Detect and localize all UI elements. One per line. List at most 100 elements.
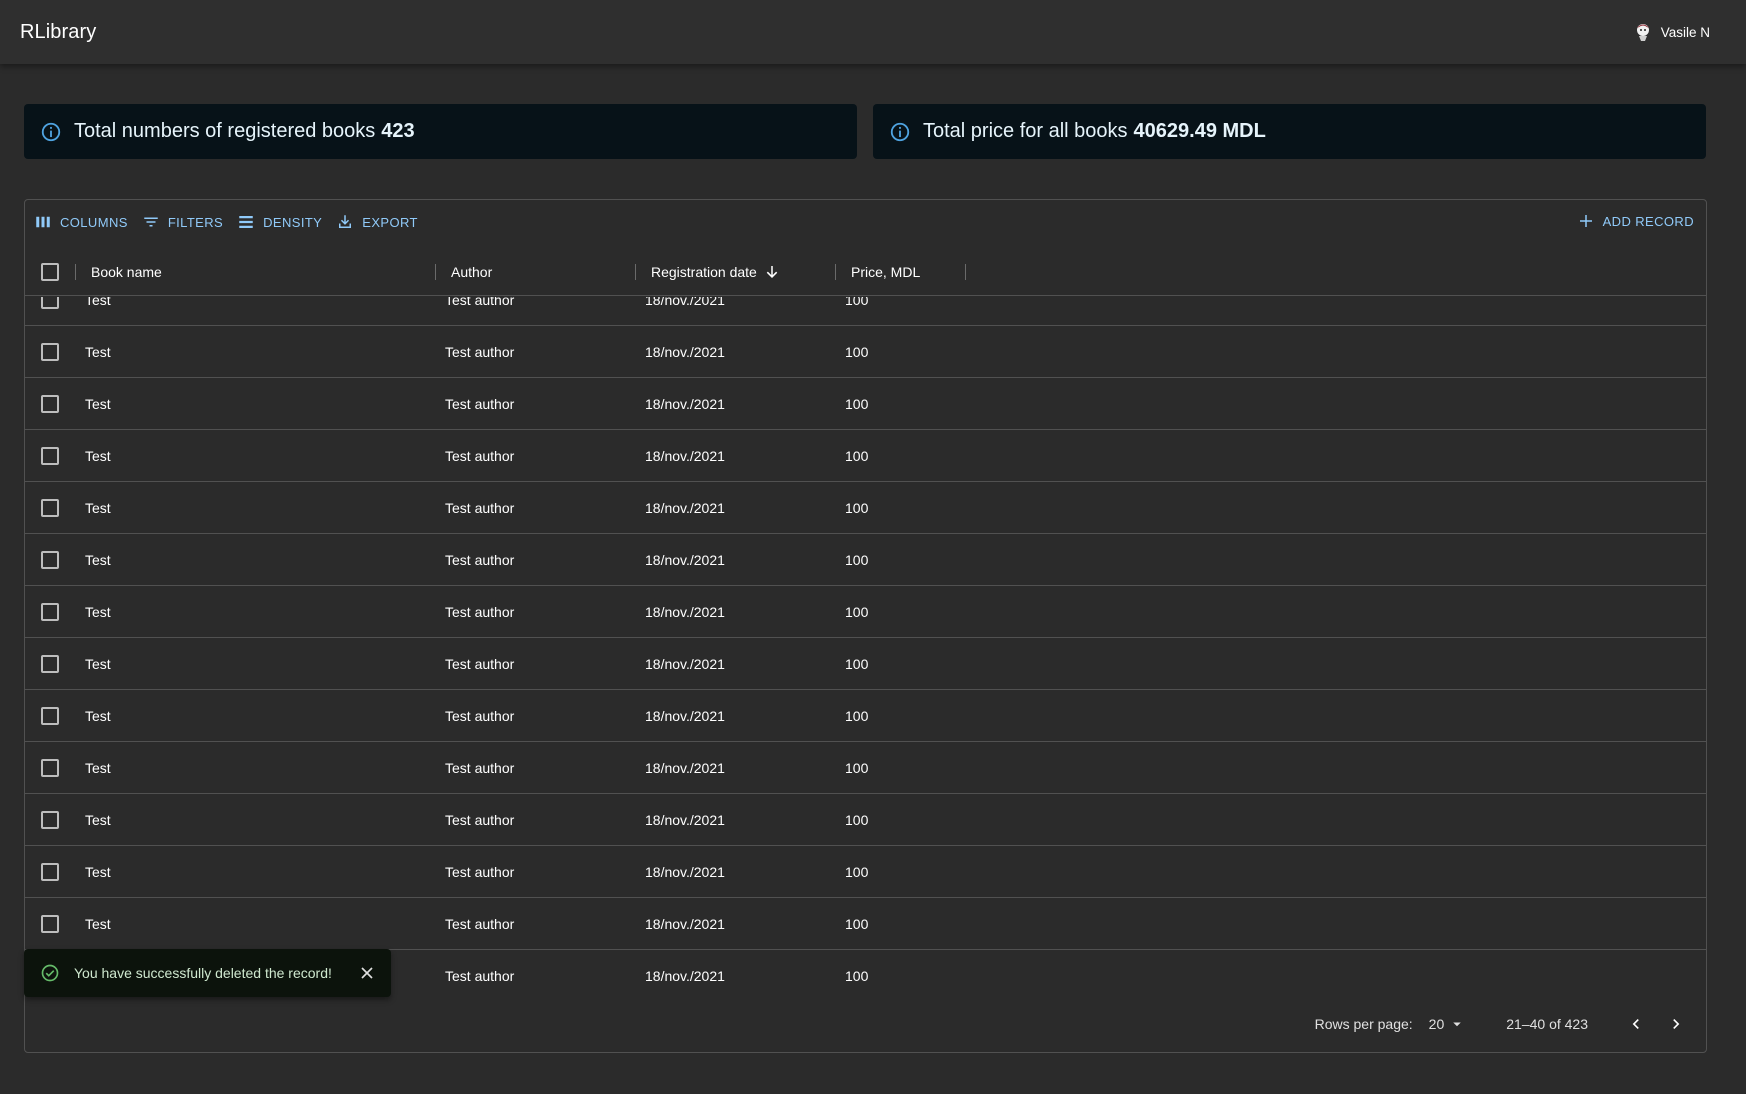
- row-checkbox[interactable]: [41, 862, 59, 881]
- row-checkbox[interactable]: [41, 498, 59, 517]
- table-row[interactable]: Test Test author 18/nov./2021 100: [25, 430, 1706, 482]
- arrow-down-icon[interactable]: [763, 263, 781, 281]
- columns-button[interactable]: COLUMNS: [32, 209, 130, 235]
- registration-date-cell[interactable]: 18/nov./2021: [645, 950, 725, 997]
- table-row[interactable]: Test Test author 18/nov./2021 100: [25, 846, 1706, 898]
- row-checkbox[interactable]: [41, 342, 59, 361]
- registration-date-cell[interactable]: 18/nov./2021: [645, 326, 725, 377]
- next-page-button[interactable]: [1656, 1004, 1696, 1044]
- author-cell[interactable]: Test author: [445, 534, 514, 585]
- row-checkbox[interactable]: [41, 602, 59, 621]
- column-separator[interactable]: [835, 264, 836, 280]
- price-cell[interactable]: 100: [845, 534, 868, 585]
- table-row[interactable]: Test Test author 18/nov./2021 100: [25, 690, 1706, 742]
- table-row[interactable]: Test Test author 18/nov./2021 100: [25, 378, 1706, 430]
- close-icon[interactable]: [357, 963, 377, 983]
- price-cell[interactable]: 100: [845, 297, 868, 325]
- column-separator[interactable]: [75, 264, 76, 280]
- registration-date-cell[interactable]: 18/nov./2021: [645, 378, 725, 429]
- column-header-price[interactable]: Price, MDL: [851, 248, 920, 296]
- table-row[interactable]: Test Test author 18/nov./2021 100: [25, 586, 1706, 638]
- column-header-registration-date[interactable]: Registration date: [651, 248, 781, 296]
- book-name-cell[interactable]: Test: [85, 690, 111, 741]
- price-cell[interactable]: 100: [845, 638, 868, 689]
- registration-date-cell[interactable]: 18/nov./2021: [645, 742, 725, 793]
- export-button[interactable]: EXPORT: [334, 209, 420, 235]
- table-row[interactable]: Test Test author 18/nov./2021 100: [25, 898, 1706, 950]
- price-cell[interactable]: 100: [845, 794, 868, 845]
- author-cell[interactable]: Test author: [445, 638, 514, 689]
- book-name-cell[interactable]: Test: [85, 297, 111, 325]
- book-name-cell[interactable]: Test: [85, 794, 111, 845]
- table-row[interactable]: Test Test author 18/nov./2021 100: [25, 326, 1706, 378]
- author-cell[interactable]: Test author: [445, 586, 514, 637]
- row-checkbox[interactable]: [41, 810, 59, 829]
- price-cell[interactable]: 100: [845, 482, 868, 533]
- registration-date-cell[interactable]: 18/nov./2021: [645, 586, 725, 637]
- density-button[interactable]: DENSITY: [235, 209, 324, 235]
- table-row[interactable]: Test Test author 18/nov./2021 100: [25, 638, 1706, 690]
- price-cell[interactable]: 100: [845, 846, 868, 897]
- registration-date-cell[interactable]: 18/nov./2021: [645, 794, 725, 845]
- author-cell[interactable]: Test author: [445, 690, 514, 741]
- table-row[interactable]: Test Test author 18/nov./2021 100: [25, 534, 1706, 586]
- price-cell[interactable]: 100: [845, 326, 868, 377]
- book-name-cell[interactable]: Test: [85, 534, 111, 585]
- rows-per-page-select[interactable]: 20: [1429, 1015, 1467, 1033]
- registration-date-cell[interactable]: 18/nov./2021: [645, 846, 725, 897]
- author-cell[interactable]: Test author: [445, 378, 514, 429]
- book-name-cell[interactable]: Test: [85, 898, 111, 949]
- registration-date-cell[interactable]: 18/nov./2021: [645, 638, 725, 689]
- price-cell[interactable]: 100: [845, 898, 868, 949]
- price-cell[interactable]: 100: [845, 742, 868, 793]
- column-separator[interactable]: [435, 264, 436, 280]
- author-cell[interactable]: Test author: [445, 794, 514, 845]
- select-all-checkbox[interactable]: [41, 263, 59, 281]
- book-name-cell[interactable]: Test: [85, 586, 111, 637]
- column-separator[interactable]: [965, 264, 966, 280]
- registration-date-cell[interactable]: 18/nov./2021: [645, 482, 725, 533]
- registration-date-cell[interactable]: 18/nov./2021: [645, 297, 725, 325]
- book-name-cell[interactable]: Test: [85, 430, 111, 481]
- book-name-cell[interactable]: Test: [85, 638, 111, 689]
- book-name-cell[interactable]: Test: [85, 482, 111, 533]
- table-row[interactable]: Test Test author 18/nov./2021 100: [25, 297, 1706, 326]
- table-row[interactable]: Test Test author 18/nov./2021 100: [25, 742, 1706, 794]
- row-checkbox[interactable]: [41, 550, 59, 569]
- registration-date-cell[interactable]: 18/nov./2021: [645, 690, 725, 741]
- price-cell[interactable]: 100: [845, 950, 868, 997]
- price-cell[interactable]: 100: [845, 690, 868, 741]
- row-checkbox[interactable]: [41, 394, 59, 413]
- previous-page-button[interactable]: [1616, 1004, 1656, 1044]
- column-separator[interactable]: [635, 264, 636, 280]
- row-checkbox[interactable]: [41, 758, 59, 777]
- book-name-cell[interactable]: Test: [85, 326, 111, 377]
- author-cell[interactable]: Test author: [445, 950, 514, 997]
- row-checkbox[interactable]: [41, 297, 59, 309]
- book-name-cell[interactable]: Test: [85, 378, 111, 429]
- price-cell[interactable]: 100: [845, 430, 868, 481]
- book-name-cell[interactable]: Test: [85, 742, 111, 793]
- author-cell[interactable]: Test author: [445, 846, 514, 897]
- registration-date-cell[interactable]: 18/nov./2021: [645, 534, 725, 585]
- book-name-cell[interactable]: Test: [85, 846, 111, 897]
- author-cell[interactable]: Test author: [445, 297, 514, 325]
- row-checkbox[interactable]: [41, 914, 59, 933]
- author-cell[interactable]: Test author: [445, 326, 514, 377]
- row-checkbox[interactable]: [41, 446, 59, 465]
- column-header-author[interactable]: Author: [451, 248, 492, 296]
- user-menu[interactable]: Vasile N: [1633, 22, 1710, 42]
- add-record-button[interactable]: ADD RECORD: [1577, 212, 1694, 230]
- author-cell[interactable]: Test author: [445, 430, 514, 481]
- author-cell[interactable]: Test author: [445, 898, 514, 949]
- price-cell[interactable]: 100: [845, 586, 868, 637]
- registration-date-cell[interactable]: 18/nov./2021: [645, 430, 725, 481]
- row-checkbox[interactable]: [41, 654, 59, 673]
- price-cell[interactable]: 100: [845, 378, 868, 429]
- filters-button[interactable]: FILTERS: [140, 209, 225, 235]
- grid-body[interactable]: Test Test author 18/nov./2021 100 Test Test a…: [25, 297, 1706, 997]
- registration-date-cell[interactable]: 18/nov./2021: [645, 898, 725, 949]
- table-row[interactable]: Test Test author 18/nov./2021 100: [25, 482, 1706, 534]
- author-cell[interactable]: Test author: [445, 482, 514, 533]
- row-checkbox[interactable]: [41, 706, 59, 725]
